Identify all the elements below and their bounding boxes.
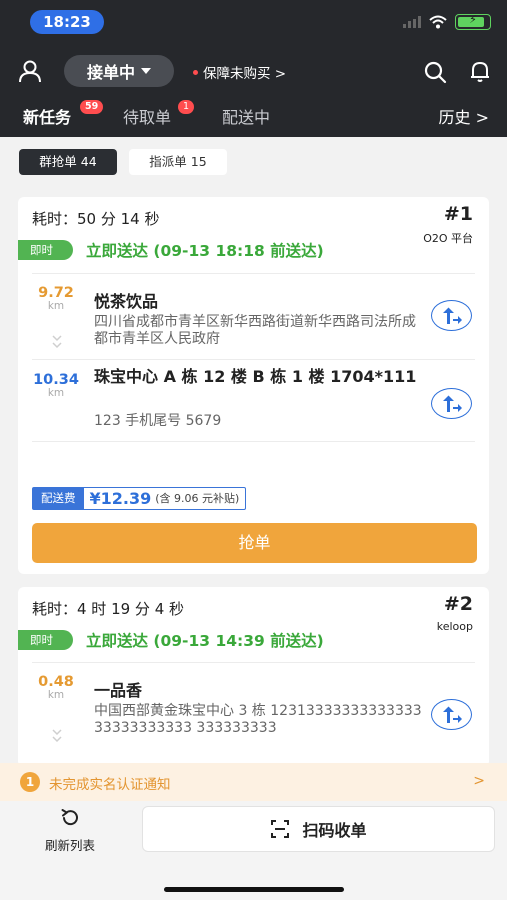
order-card[interactable]: 耗时：50 分 14 秒 #1 O2O 平台 即时 立即送达 (09-13 18… bbox=[18, 197, 489, 574]
dropoff-distance-unit: km bbox=[47, 387, 65, 399]
order-rank: #1 bbox=[443, 203, 473, 225]
order-elapsed-time: 耗时：4 时 19 分 4 秒 bbox=[32, 600, 185, 618]
chevron-down-icon bbox=[141, 68, 151, 74]
work-status-dropdown[interactable]: 接单中 bbox=[64, 55, 174, 87]
top-header: 18:23 ⚡ 接单中 保障未购买 > 新任务 59 待取单 1 配送中 历史 … bbox=[0, 0, 507, 137]
status-bar-icons: ⚡ bbox=[403, 13, 491, 30]
delivery-deadline: 立即送达 (09-13 18:18 前送达) bbox=[86, 242, 324, 260]
tab-pending-pickup-label: 待取单 bbox=[123, 108, 172, 127]
scan-receive-button[interactable]: 扫码收单 bbox=[142, 806, 495, 852]
signal-icon bbox=[403, 16, 421, 28]
status-bar-time: 18:23 bbox=[30, 10, 104, 34]
divider bbox=[32, 662, 475, 663]
instant-tag: 即时 bbox=[18, 240, 73, 260]
grab-order-button[interactable]: 抢单 bbox=[32, 523, 477, 563]
delivery-fee: 配送费 ¥12.39 (含 9.06 元补贴) bbox=[32, 487, 247, 510]
tab-delivering-label: 配送中 bbox=[222, 108, 271, 127]
navigate-icon bbox=[442, 307, 462, 324]
divider bbox=[32, 359, 475, 360]
chevron-down-icon bbox=[52, 335, 62, 349]
task-tabs: 新任务 59 待取单 1 配送中 历史 > bbox=[0, 100, 507, 130]
chevron-down-icon bbox=[52, 729, 62, 743]
divider bbox=[32, 441, 475, 442]
pickup-distance-value: 9.72 bbox=[38, 285, 74, 301]
battery-icon: ⚡ bbox=[455, 13, 491, 30]
dropoff-distance: 10.34 km bbox=[18, 372, 94, 399]
user-icon[interactable] bbox=[17, 58, 43, 84]
delivery-deadline: 立即送达 (09-13 14:39 前送达) bbox=[86, 632, 324, 650]
dropoff-title: 珠宝中心 A 栋 12 楼 B 栋 1 楼 1704*111 bbox=[94, 367, 417, 386]
divider bbox=[32, 273, 475, 274]
delivery-fee-subsidy: (含 9.06 元补贴) bbox=[155, 492, 240, 505]
tab-pending-pickup[interactable]: 待取单 1 bbox=[123, 100, 195, 128]
pickup-distance-unit: km bbox=[47, 300, 65, 312]
pickup-navigate-button[interactable] bbox=[431, 699, 472, 730]
order-platform: O2O 平台 bbox=[423, 232, 473, 245]
alert-dot-icon bbox=[193, 69, 198, 75]
tab-delivering[interactable]: 配送中 bbox=[222, 104, 270, 128]
home-indicator bbox=[164, 887, 344, 892]
chevron-right-icon: > bbox=[473, 773, 485, 789]
pickup-distance: 9.72 km bbox=[18, 285, 94, 312]
scan-receive-label: 扫码收单 bbox=[302, 821, 367, 840]
insurance-link[interactable]: 保障未购买 > bbox=[193, 62, 286, 82]
delivery-fee-label: 配送费 bbox=[33, 488, 84, 509]
order-elapsed-time: 耗时：50 分 14 秒 bbox=[32, 210, 160, 228]
tab-new-tasks[interactable]: 新任务 59 bbox=[23, 100, 104, 128]
tab-new-tasks-label: 新任务 bbox=[23, 108, 72, 127]
tab-new-tasks-badge: 59 bbox=[80, 100, 104, 114]
navigate-icon bbox=[442, 706, 462, 723]
wifi-icon bbox=[429, 15, 447, 29]
refresh-icon bbox=[61, 809, 78, 826]
bell-icon[interactable] bbox=[468, 59, 492, 83]
refresh-list-label: 刷新列表 bbox=[44, 838, 95, 853]
refresh-list-button[interactable]: 刷新列表 bbox=[34, 807, 106, 854]
pickup-address: 四川省成都市青羊区新华西路街道新华西路司法所成都市青羊区人民政府 bbox=[94, 314, 416, 347]
pickup-distance-unit: km bbox=[47, 689, 65, 701]
work-status-label: 接单中 bbox=[86, 63, 135, 82]
search-icon[interactable] bbox=[423, 60, 447, 84]
pickup-distance: 0.48 km bbox=[18, 674, 94, 701]
dropoff-distance-value: 10.34 bbox=[33, 372, 79, 388]
notice-text: 未完成实名认证通知 bbox=[49, 777, 171, 793]
order-platform: keloop bbox=[436, 620, 473, 633]
history-link[interactable]: 历史 > bbox=[439, 104, 490, 128]
pickup-navigate-button[interactable] bbox=[431, 300, 472, 331]
notice-count-icon: 1 bbox=[20, 772, 40, 792]
scan-icon bbox=[271, 820, 290, 838]
verification-notice[interactable]: 1 未完成实名认证通知 > bbox=[0, 763, 507, 801]
order-card[interactable]: 耗时：4 时 19 分 4 秒 #2 keloop 即时 立即送达 (09-13… bbox=[18, 587, 489, 767]
tab-pending-pickup-badge: 1 bbox=[178, 100, 195, 114]
pickup-shop-name: 悦茶饮品 bbox=[94, 292, 159, 311]
pickup-distance-value: 0.48 bbox=[38, 674, 74, 690]
filter-grab-orders[interactable]: 群抢单 44 bbox=[19, 149, 117, 175]
navigate-icon bbox=[442, 395, 462, 412]
dropoff-phone: 123 手机尾号 5679 bbox=[94, 413, 222, 429]
bottom-bar: 刷新列表 扫码收单 bbox=[0, 801, 507, 900]
pickup-address: 中国西部黄金珠宝中心 3 栋 1231333333333333333333333… bbox=[94, 703, 422, 736]
dropoff-navigate-button[interactable] bbox=[431, 388, 472, 419]
order-rank: #2 bbox=[443, 593, 473, 615]
instant-tag: 即时 bbox=[18, 630, 73, 650]
pickup-shop-name: 一品香 bbox=[94, 681, 143, 700]
delivery-fee-amount: ¥12.39 bbox=[89, 489, 152, 508]
insurance-label: 保障未购买 > bbox=[203, 66, 287, 82]
filter-assigned-orders[interactable]: 指派单 15 bbox=[129, 149, 227, 175]
